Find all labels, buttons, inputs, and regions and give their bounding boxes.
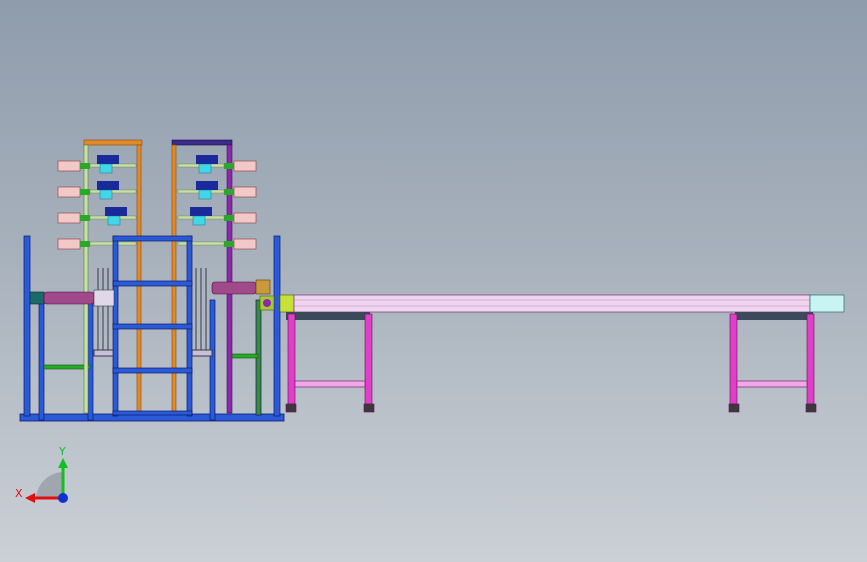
ladder-frame [112,235,193,417]
cad-viewport[interactable] [0,0,867,562]
conveyor-rail [279,294,845,320]
green-rails [43,353,259,370]
conveyor-stands [285,313,817,413]
